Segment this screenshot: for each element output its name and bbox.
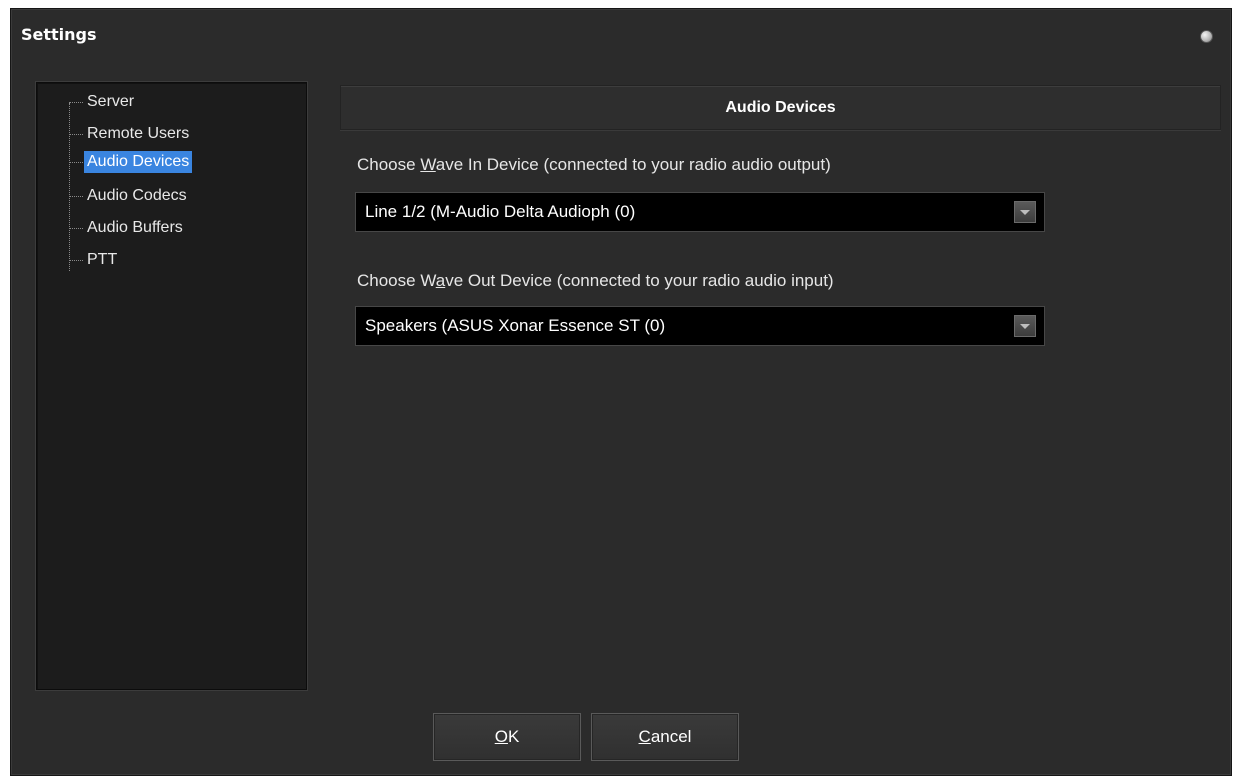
chevron-down-icon[interactable]: [1014, 201, 1036, 223]
wave-out-label-text-rest: ve Out Device (connected to your radio a…: [445, 271, 834, 290]
settings-tree: Server Remote Users Audio Devices Audio …: [36, 82, 307, 690]
wave-out-device-select[interactable]: Speakers (ASUS Xonar Essence ST (0): [355, 306, 1045, 346]
tree-item-audio-codecs[interactable]: Audio Codecs: [69, 185, 269, 207]
wave-out-label-mnemonic: a: [435, 271, 446, 290]
tree-connector: [69, 260, 83, 261]
tree-item-remote-users[interactable]: Remote Users: [69, 123, 269, 145]
tree-item-audio-devices[interactable]: Audio Devices: [69, 151, 269, 173]
tree-item-audio-buffers[interactable]: Audio Buffers: [69, 217, 269, 239]
tree-item-label: Remote Users: [87, 125, 190, 142]
section-header: Audio Devices: [340, 85, 1221, 130]
settings-window: Settings Server Remote Users Audio Devic…: [10, 8, 1232, 776]
wave-in-device-value: Line 1/2 (M-Audio Delta Audioph (0): [365, 202, 636, 221]
tree-item-label: Server: [87, 93, 135, 110]
wave-in-label-text-rest: ave In Device (connected to your radio a…: [435, 155, 831, 174]
tree-connector: [69, 162, 83, 163]
ok-button-mnemonic: O: [494, 727, 508, 746]
tree-item-server[interactable]: Server: [69, 91, 269, 113]
wave-in-label-text: Choose: [357, 155, 421, 174]
tree-item-label: Audio Codecs: [87, 187, 187, 204]
wave-in-label: Choose Wave In Device (connected to your…: [357, 155, 831, 175]
tree-connector: [69, 196, 83, 197]
wave-in-label-mnemonic: W: [420, 155, 436, 174]
tree-item-label: Audio Buffers: [87, 219, 183, 236]
wave-out-label: Choose Wave Out Device (connected to you…: [357, 271, 834, 291]
window-title: Settings: [21, 25, 97, 44]
wave-out-label-text: Choose W: [357, 271, 436, 290]
tree-connector: [69, 134, 83, 135]
wave-in-device-select[interactable]: Line 1/2 (M-Audio Delta Audioph (0): [355, 192, 1045, 232]
title-bar: Settings: [11, 9, 1231, 55]
ok-button-label: K: [507, 727, 520, 746]
wave-out-device-value: Speakers (ASUS Xonar Essence ST (0): [365, 316, 666, 335]
section-title: Audio Devices: [725, 99, 836, 116]
tree-connector: [69, 102, 83, 103]
cancel-button[interactable]: Cancel: [591, 713, 739, 761]
tree-connector: [69, 228, 83, 229]
ok-button[interactable]: OK: [433, 713, 581, 761]
tree-item-label: PTT: [87, 251, 118, 268]
tree-item-label: Audio Devices: [84, 151, 193, 173]
close-icon[interactable]: [1200, 30, 1213, 43]
cancel-button-mnemonic: C: [638, 727, 651, 746]
tree-item-ptt[interactable]: PTT: [69, 249, 269, 271]
cancel-button-label: ancel: [650, 727, 692, 746]
chevron-down-icon[interactable]: [1014, 315, 1036, 337]
